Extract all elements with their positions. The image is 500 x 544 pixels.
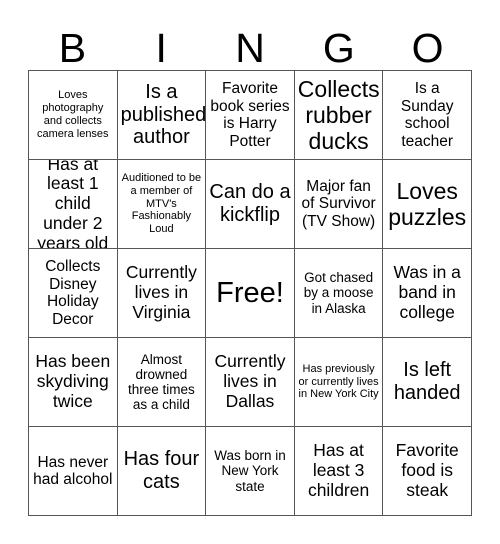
bingo-cell[interactable]: Was born in New York state [206,427,295,516]
bingo-cell-free[interactable]: Free! [206,249,295,338]
bingo-grid: Loves photography and collects camera le… [28,70,472,516]
bingo-cell-label: Got chased by a moose in Alaska [303,270,374,316]
bingo-cell[interactable]: Major fan of Survivor (TV Show) [294,160,384,249]
bingo-cell-label: Almost drowned three times as a child [128,351,195,413]
bingo-header: B I N G O [28,16,472,70]
bingo-cell-label: Loves photography and collects camera le… [37,89,109,140]
bingo-cell[interactable]: Currently lives in Dallas [206,338,295,427]
bingo-cell-label: Currently lives in Virginia [125,262,197,322]
bingo-cell-label: Loves puzzles [388,178,467,230]
bingo-cell-label: Has at least 3 children [307,440,370,500]
bingo-cell[interactable]: Has been skydiving twice [29,338,118,427]
bingo-cell-label: Major fan of Survivor (TV Show) [301,177,376,230]
bingo-cell-label: Collects Disney Holiday Decor [45,258,101,328]
bingo-cell[interactable]: Has four cats [117,427,207,516]
bingo-cell[interactable]: Loves puzzles [383,160,472,249]
bingo-cell[interactable]: Has at least 3 children [294,427,384,516]
bingo-cell[interactable]: Auditioned to be a member of MTV's Fashi… [117,160,207,249]
bingo-cell-label: Has previously or currently lives in New… [298,362,379,401]
bingo-cell-label: Collects rubber ducks [297,76,380,154]
header-letter-n: N [235,25,265,71]
header-letter-b: B [58,25,87,71]
bingo-cell-label: Free! [216,276,284,309]
bingo-cell[interactable]: Was in a band in college [383,249,472,338]
bingo-cell[interactable]: Can do a kickflip [206,160,295,249]
bingo-cell-label: Favorite book series is Harry Potter [210,80,290,150]
bingo-cell[interactable]: Favorite book series is Harry Potter [206,71,295,160]
bingo-cell[interactable]: Got chased by a moose in Alaska [294,249,384,338]
bingo-cell[interactable]: Is a Sunday school teacher [383,71,472,160]
bingo-cell-label: Has never had alcohol [33,453,113,489]
bingo-cell[interactable]: Currently lives in Virginia [117,249,207,338]
bingo-cell-label: Has at least 1 child under 2 years old [37,160,109,249]
bingo-cell-label: Auditioned to be a member of MTV's Fashi… [121,171,202,236]
bingo-cell-label: Has four cats [123,448,200,493]
bingo-cell[interactable]: Is a published author [117,71,207,160]
bingo-cell[interactable]: Has at least 1 child under 2 years old [29,160,118,249]
bingo-cell-label: Currently lives in Dallas [214,351,286,411]
bingo-cell-label: Can do a kickflip [209,181,291,226]
header-letter-o: O [411,25,444,71]
bingo-cell-label: Is a Sunday school teacher [400,80,454,150]
bingo-cell[interactable]: Collects Disney Holiday Decor [29,249,118,338]
bingo-cell[interactable]: Has previously or currently lives in New… [294,338,384,427]
bingo-cell-label: Was born in New York state [214,448,286,494]
bingo-cell-label: Is left handed [393,359,461,404]
bingo-cell-label: Is a published author [120,81,207,149]
bingo-cell[interactable]: Collects rubber ducks [294,71,384,160]
bingo-cell-label: Was in a band in college [393,262,461,322]
bingo-cell[interactable]: Loves photography and collects camera le… [29,71,118,160]
bingo-card: B I N G O Loves photography and collects… [0,0,500,544]
bingo-cell-label: Has been skydiving twice [35,351,111,411]
header-letter-g: G [322,25,355,71]
bingo-cell[interactable]: Almost drowned three times as a child [117,338,207,427]
header-letter-i: I [155,25,167,71]
bingo-cell[interactable]: Is left handed [383,338,472,427]
bingo-cell[interactable]: Favorite food is steak [383,427,472,516]
bingo-cell[interactable]: Has never had alcohol [29,427,118,516]
bingo-cell-label: Favorite food is steak [395,440,459,500]
